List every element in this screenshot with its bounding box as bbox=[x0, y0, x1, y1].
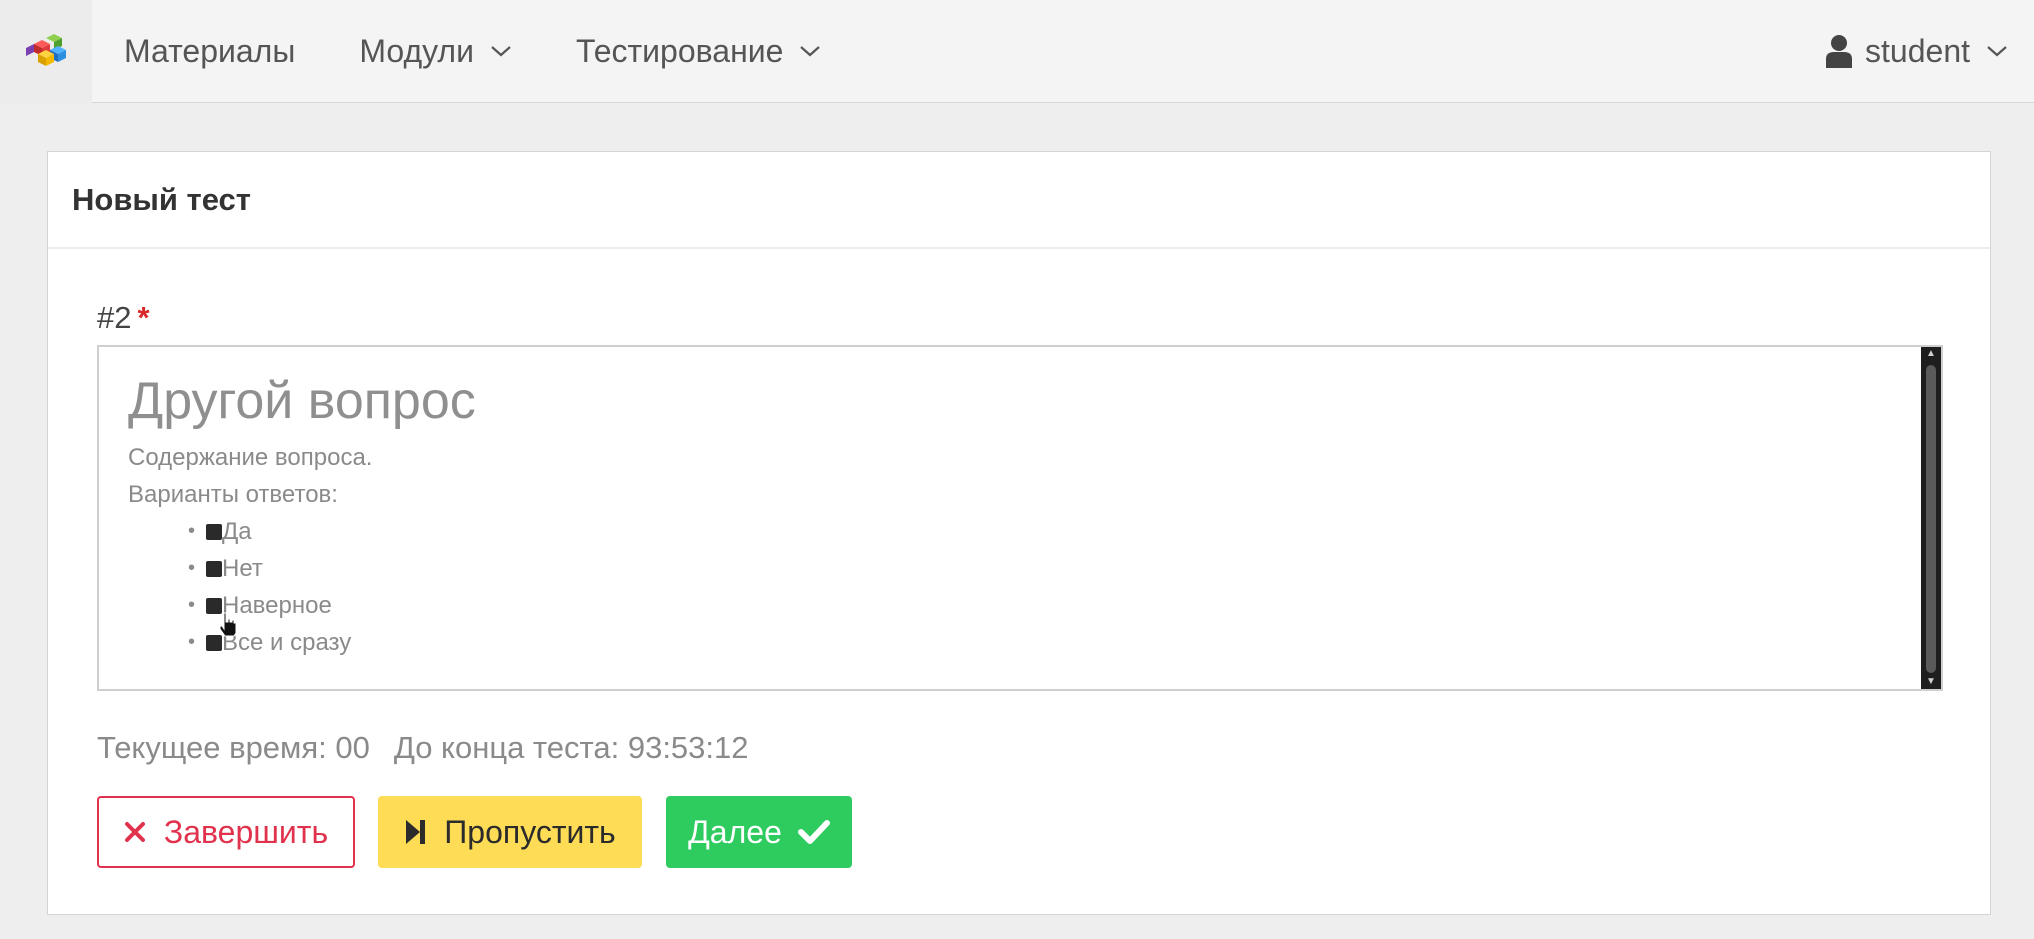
user-name-label: student bbox=[1865, 32, 1970, 69]
bullet-icon: • bbox=[188, 631, 196, 653]
answer-option[interactable]: • Да bbox=[188, 513, 476, 550]
nav-modules-label: Модули bbox=[359, 32, 474, 69]
answer-options-list: • Да • Нет • Наверное • Все и сразу bbox=[128, 513, 476, 661]
chevron-down-icon bbox=[1987, 46, 2007, 57]
bullet-icon: • bbox=[188, 594, 196, 616]
required-mark: * bbox=[137, 300, 150, 335]
card-title: Новый тест bbox=[72, 181, 251, 217]
question-frame[interactable]: Другой вопрос Содержание вопроса. Вариан… bbox=[97, 345, 1943, 691]
checkbox[interactable] bbox=[206, 560, 222, 577]
brand-logo[interactable] bbox=[0, 0, 92, 103]
hand-cursor-icon bbox=[219, 612, 237, 637]
skip-button[interactable]: Пропустить bbox=[378, 796, 642, 868]
question-number: #2 bbox=[97, 300, 132, 335]
nav-materials-label: Материалы bbox=[124, 32, 296, 69]
question-content: Другой вопрос Содержание вопроса. Вариан… bbox=[128, 369, 476, 661]
next-button[interactable]: Далее bbox=[666, 796, 852, 868]
question-scrollbar[interactable]: ▲ ▼ bbox=[1921, 347, 1941, 689]
checkmark-icon bbox=[797, 820, 830, 844]
checkbox[interactable] bbox=[206, 523, 222, 540]
top-navbar: Материалы Модули Тестирование student bbox=[0, 0, 2034, 103]
nav-modules-dropdown[interactable]: Модули bbox=[327, 0, 544, 103]
answer-option-label: Нет bbox=[222, 555, 263, 582]
bullet-icon: • bbox=[188, 557, 196, 579]
skip-forward-icon bbox=[406, 820, 426, 844]
question-number-label: #2 * bbox=[97, 300, 150, 336]
scroll-up-icon[interactable]: ▲ bbox=[1921, 347, 1941, 361]
user-icon bbox=[1826, 35, 1853, 68]
options-label: Варианты ответов: bbox=[128, 481, 338, 508]
nav-testing-dropdown[interactable]: Тестирование bbox=[544, 0, 853, 103]
user-menu-dropdown[interactable]: student bbox=[1793, 0, 2034, 103]
scroll-down-icon[interactable]: ▼ bbox=[1921, 675, 1941, 689]
test-card: Новый тест #2 * Другой вопрос Содержание … bbox=[47, 151, 1991, 915]
scrollbar-thumb[interactable] bbox=[1926, 365, 1936, 673]
question-heading: Другой вопрос bbox=[128, 372, 476, 430]
close-icon bbox=[124, 822, 145, 842]
colored-cubes-logo-icon bbox=[26, 34, 66, 66]
current-time-text: Текущее время: 00 bbox=[97, 730, 370, 765]
chevron-down-icon bbox=[800, 46, 821, 57]
remaining-time-text: До конца теста: 93:53:12 bbox=[393, 730, 749, 765]
question-text: Содержание вопроса. bbox=[128, 444, 373, 471]
chevron-down-icon bbox=[491, 46, 511, 57]
next-button-label: Далее bbox=[688, 813, 782, 850]
nav-testing-label: Тестирование bbox=[575, 32, 784, 69]
answer-option-label: Да bbox=[222, 518, 252, 545]
finish-button-label: Завершить bbox=[163, 813, 329, 850]
bullet-icon: • bbox=[188, 520, 196, 542]
timer-line: Текущее время: 00 До конца теста: 93:53:1… bbox=[97, 730, 749, 766]
skip-button-label: Пропустить bbox=[444, 813, 616, 850]
finish-button[interactable]: Завершить bbox=[97, 796, 355, 868]
answer-option-label: Все и сразу bbox=[222, 629, 352, 656]
answer-option[interactable]: • Нет bbox=[188, 550, 476, 587]
nav-materials[interactable]: Материалы bbox=[92, 0, 327, 103]
card-header: Новый тест bbox=[48, 152, 1990, 249]
